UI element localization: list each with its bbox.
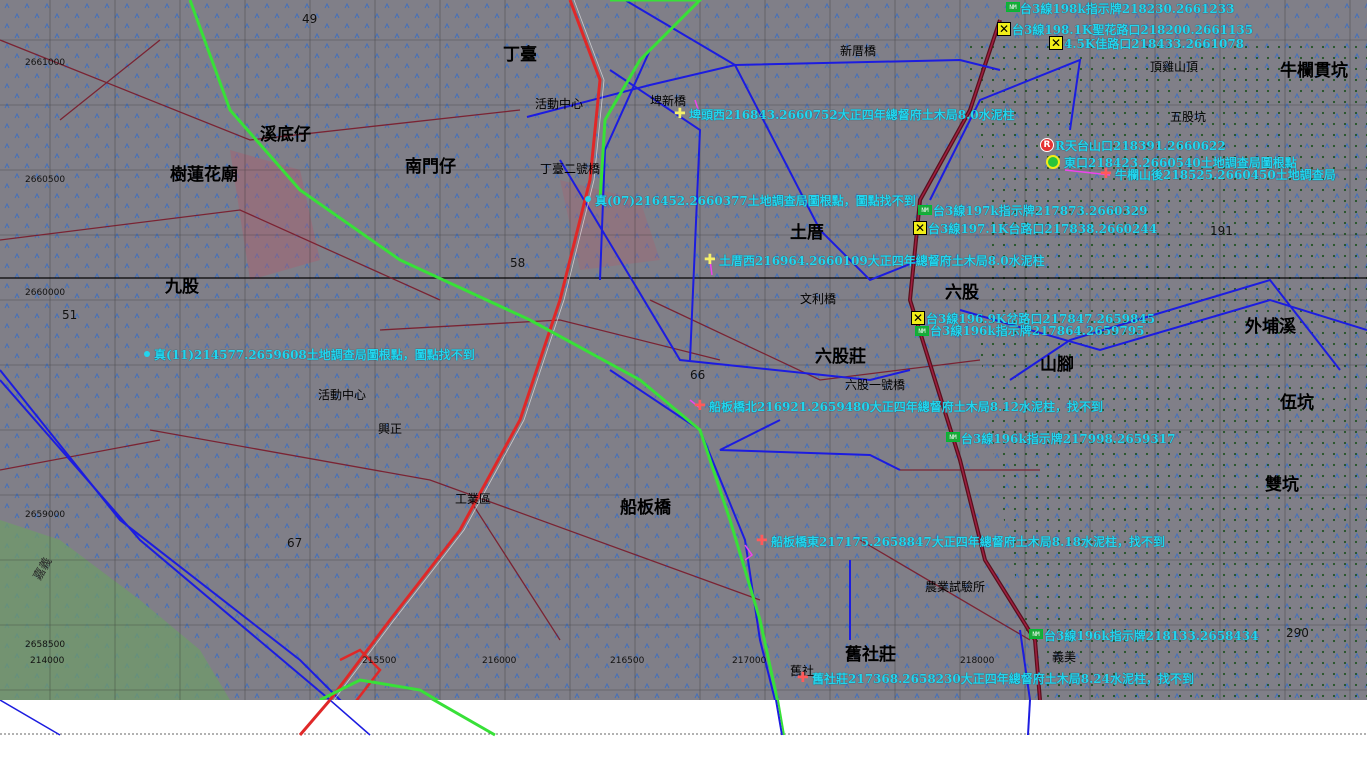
sign-icon[interactable]: NM <box>918 205 932 215</box>
grid-label: 215500 <box>362 656 397 666</box>
sign-icon[interactable]: NM <box>1006 2 1020 12</box>
place-label: 丁臺二號橋 <box>540 162 601 176</box>
crossed-box-icon[interactable]: ✕ <box>1049 36 1063 50</box>
annotation-label[interactable]: 船板橋北216921.2659480大正四年總督府土木局8.12水泥柱，找不到 <box>709 398 1103 415</box>
place-label: 伍坑 <box>1280 393 1314 413</box>
dot-icon[interactable] <box>585 196 591 202</box>
annotation-label[interactable]: 埤頭西216843.2660752大正四年總督府土木局8.0水泥柱 <box>689 106 1015 123</box>
place-label: 丁臺 <box>503 45 537 65</box>
crossed-box-icon[interactable]: ✕ <box>913 221 927 235</box>
place-label: 六股一號橋 <box>845 378 906 392</box>
annotation-label[interactable]: 台3線197.1K台路口217838.2660244 <box>928 220 1157 237</box>
sign-icon[interactable]: NM <box>946 432 960 442</box>
cross-icon[interactable]: ✚ <box>694 398 706 414</box>
elevation-label: 191 <box>1210 224 1233 238</box>
annotation-label[interactable]: R天台山口218391.2660622 <box>1055 137 1226 154</box>
place-label: 活動中心 <box>318 388 367 402</box>
grid-label: 2660000 <box>25 288 66 298</box>
place-label: 六股 <box>945 283 979 303</box>
place-label: 義美 <box>1052 650 1077 664</box>
dot-icon[interactable] <box>144 351 150 357</box>
crossed-box-icon[interactable]: ✕ <box>911 311 925 325</box>
grid-label: 214000 <box>30 656 65 666</box>
annotation-label[interactable]: 牛欄山後218525.2660450土地調查局 <box>1115 166 1336 183</box>
place-label: 舊社莊 <box>845 645 896 665</box>
place-label: 南門仔 <box>405 157 456 177</box>
place-label: 溪底仔 <box>260 125 311 145</box>
cross-icon[interactable]: ✚ <box>756 533 768 549</box>
place-label: 六股莊 <box>815 347 866 367</box>
topographic-map[interactable]: 丁臺 活動中心 埤新橋 新厝橋 樹蓮花廟 溪底仔 南門仔 丁臺二號橋 土厝 六股… <box>0 0 1367 700</box>
annotation-label[interactable]: 舊社莊217368.2658230大正四年總督府土木局8.24水泥柱，找不到 <box>812 670 1194 687</box>
ring-icon[interactable] <box>1046 155 1060 169</box>
grid-label: 2660500 <box>25 175 66 185</box>
sign-icon[interactable]: NM <box>1029 629 1043 639</box>
place-label: 農業試驗所 <box>925 580 986 594</box>
grid-label: 218000 <box>960 656 995 666</box>
place-label: 興正 <box>378 422 403 436</box>
annotation-label[interactable]: 台3線196k指示牌218133.2658434 <box>1044 627 1258 644</box>
cross-icon[interactable]: ✚ <box>704 252 716 268</box>
margin-overlay <box>0 690 1367 737</box>
place-label: 雙坑 <box>1265 475 1299 495</box>
place-label: 工業區 <box>455 492 492 506</box>
place-label: 外埔溪 <box>1245 317 1296 337</box>
place-label: 船板橋 <box>620 498 671 518</box>
grid-label: 216500 <box>610 656 645 666</box>
elevation-label: 49 <box>302 12 318 26</box>
place-label: 文利橋 <box>800 292 837 306</box>
place-label: 活動中心 <box>535 97 584 111</box>
annotation-label[interactable]: 台3線196k指示牌217998.2659317 <box>961 430 1175 447</box>
annotation-label[interactable]: 真(07)216452.2660377土地調查局圖根點，圖點找不到 <box>595 192 916 209</box>
place-label: 九股 <box>165 277 199 297</box>
place-label: 新厝橋 <box>840 44 877 58</box>
elevation-label: 290 <box>1286 626 1309 640</box>
grid-label: 2661000 <box>25 58 66 68</box>
place-label: 土厝 <box>790 223 824 243</box>
grid-label: 2658500 <box>25 640 66 650</box>
annotation-label[interactable]: 4.5K佳路口218433.2661078 <box>1064 35 1244 52</box>
elevation-label: 51 <box>62 308 78 322</box>
place-label: 頂雞山頂 <box>1150 60 1199 74</box>
annotation-label[interactable]: 真(11)214577.2659608土地調查局圖根點，圖點找不到 <box>154 346 475 363</box>
annotation-label[interactable]: 船板橋東217175.2658847大正四年總督府土木局8.18水泥柱，找不到 <box>771 533 1165 550</box>
crossed-box-icon[interactable]: ✕ <box>997 22 1011 36</box>
r-badge-icon[interactable]: R <box>1040 138 1054 152</box>
grid-label: 217000 <box>732 656 767 666</box>
elevation-label: 58 <box>510 256 526 270</box>
cross-icon[interactable]: ✚ <box>674 106 686 122</box>
elevation-label: 67 <box>287 536 303 550</box>
blank-margin <box>0 690 1367 769</box>
annotation-label[interactable]: 台3線197k指示牌217873.2660329 <box>933 202 1147 219</box>
place-label: 山腳 <box>1040 355 1074 375</box>
annotation-label[interactable]: 台3線198k指示牌218230.2661233 <box>1020 0 1234 17</box>
elevation-label: 66 <box>690 368 706 382</box>
place-label: 五股坑 <box>1170 110 1207 124</box>
grid-label: 216000 <box>482 656 517 666</box>
grid-label: 2659000 <box>25 510 66 520</box>
cross-icon[interactable]: ✚ <box>797 670 809 686</box>
place-label: 牛欄貫坑 <box>1280 61 1348 81</box>
place-label: 樹蓮花廟 <box>170 165 238 185</box>
annotation-label[interactable]: 台3線196k指示牌217864.2659795 <box>930 322 1144 339</box>
annotation-label[interactable]: 土厝西216964.2660109大正四年總督府土木局8.0水泥柱 <box>719 252 1045 269</box>
sign-icon[interactable]: NM <box>915 326 929 336</box>
